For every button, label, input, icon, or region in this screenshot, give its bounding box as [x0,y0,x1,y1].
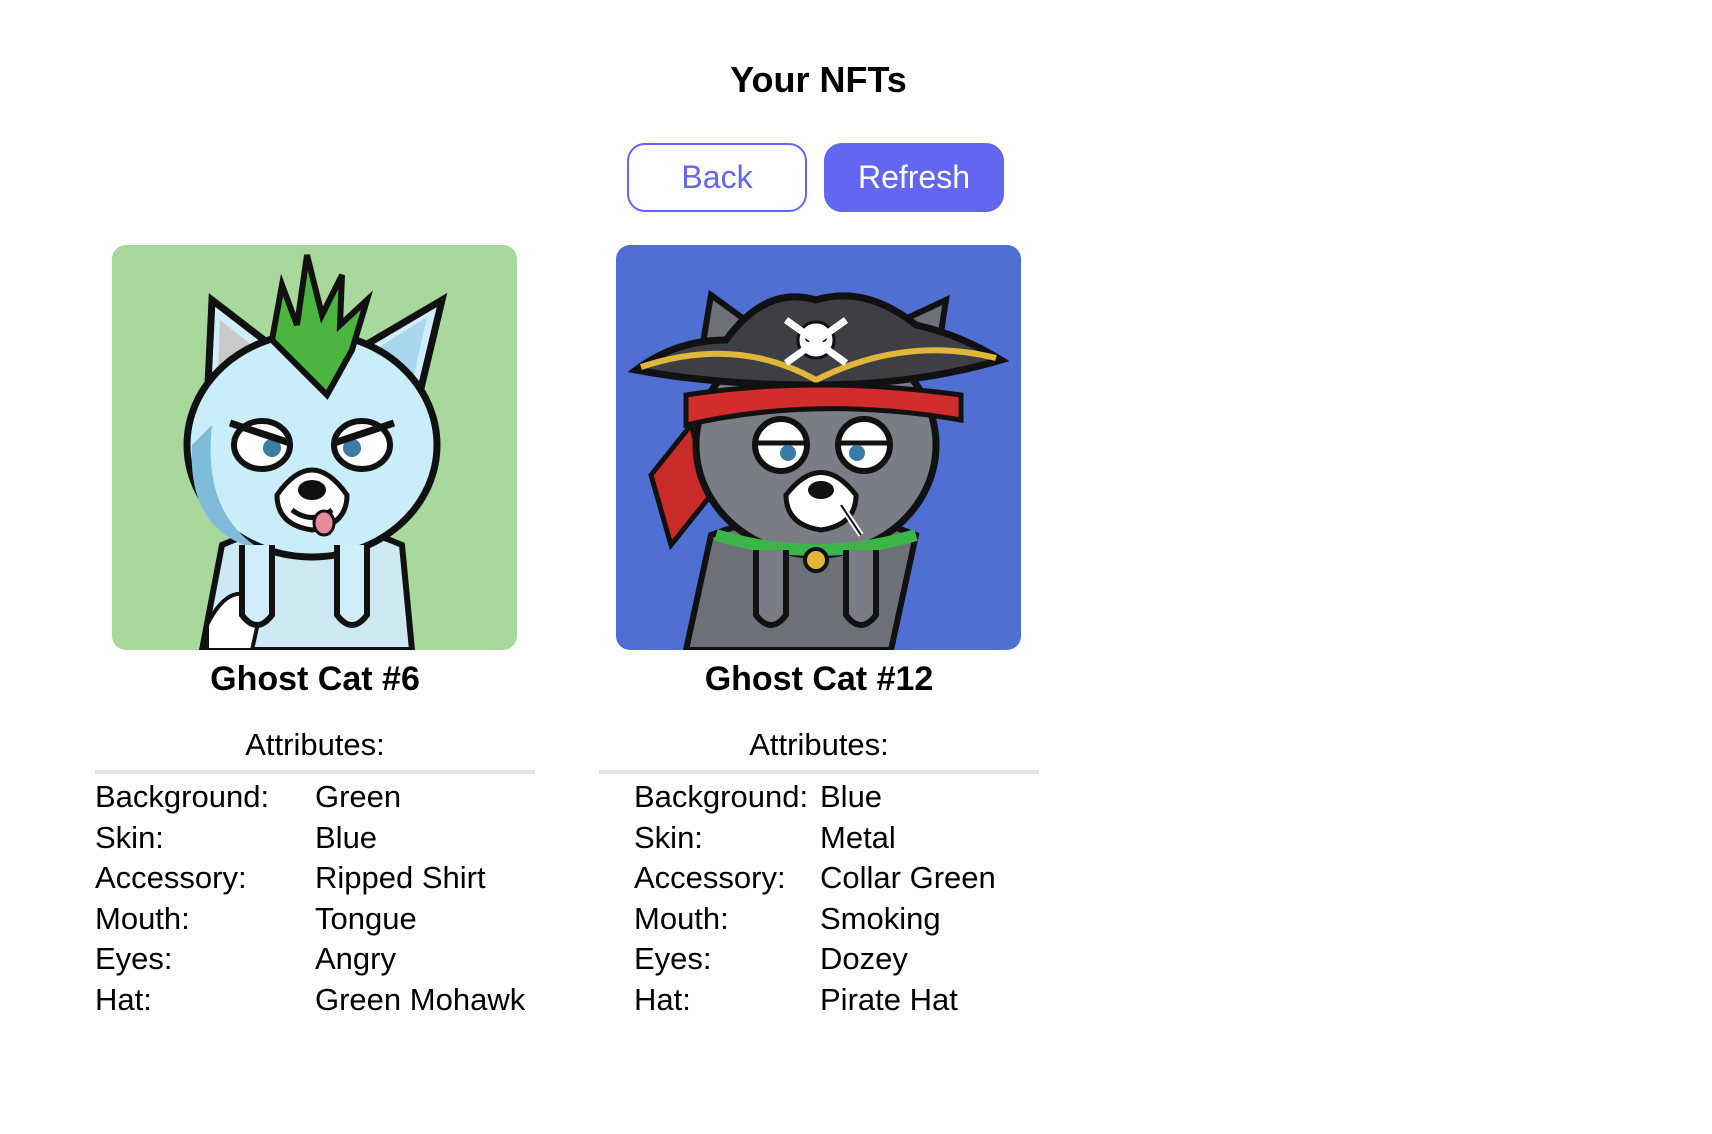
nft-card: Ghost Cat #12 Attributes: Background: Bl… [599,245,1039,1020]
attribute-value: Tongue [315,900,417,936]
attribute-row: Background: Blue [634,777,1039,818]
back-button[interactable]: Back [627,143,807,212]
attributes-table: Background: Blue Skin: Metal Accessory: … [599,777,1039,1020]
attribute-value: Collar Green [820,860,996,895]
attribute-value: Metal [820,819,896,855]
attribute-value: Blue [820,779,883,814]
attribute-value: Smoking [820,900,941,936]
attributes-heading: Attributes: [95,726,535,774]
ghost-cat-green-mohawk-image [112,245,517,650]
attribute-row: Eyes: Dozey [634,939,1039,980]
ghost-cat-pirate-hat-image [616,245,1021,650]
attribute-key: Background: [634,779,809,814]
attribute-key: Hat: [634,981,691,1017]
attribute-row: Accessory: Ripped Shirt [95,858,535,899]
attribute-key: Skin: [634,819,703,855]
refresh-button[interactable]: Refresh [824,143,1004,212]
page-title: Your NFTs [730,59,907,100]
attribute-key: Skin: [95,819,164,855]
nft-gallery-page: Your NFTs Back Refresh Ghost Cat #6 Attr… [0,0,1712,1134]
attributes-table: Background: Green Skin: Blue Accessory: … [95,777,535,1020]
attribute-row: Background: Green [95,777,535,818]
nft-name: Ghost Cat #6 [210,660,420,698]
attribute-value: Green [315,779,402,814]
attribute-key: Eyes: [95,941,173,976]
attribute-row: Mouth: Smoking [634,899,1039,940]
attribute-row: Skin: Metal [634,818,1039,859]
attribute-value: Green Mohawk [315,981,526,1017]
attribute-key: Hat: [95,981,152,1017]
attribute-key: Accessory: [95,860,247,895]
attribute-value: Ripped Shirt [315,860,486,895]
nft-name: Ghost Cat #12 [704,660,934,698]
attribute-value: Blue [315,819,378,855]
attribute-row: Eyes: Angry [95,939,535,980]
attribute-value: Dozey [820,941,908,976]
action-buttons: Back Refresh [627,143,1004,212]
attribute-row: Accessory: Collar Green [634,858,1039,899]
attribute-value: Pirate Hat [820,981,958,1017]
nft-card: Ghost Cat #6 Attributes: Background: Gre… [95,245,535,1020]
attribute-key: Eyes: [634,941,712,976]
attribute-value: Angry [315,941,396,976]
attribute-key: Background: [95,779,270,814]
attribute-key: Mouth: [634,900,729,936]
attributes-heading: Attributes: [599,726,1039,774]
attribute-key: Mouth: [95,900,190,936]
attribute-key: Accessory: [634,860,786,895]
attribute-row: Skin: Blue [95,818,535,859]
attribute-row: Hat: Green Mohawk [95,980,535,1021]
attribute-row: Mouth: Tongue [95,899,535,940]
attribute-row: Hat: Pirate Hat [634,980,1039,1021]
